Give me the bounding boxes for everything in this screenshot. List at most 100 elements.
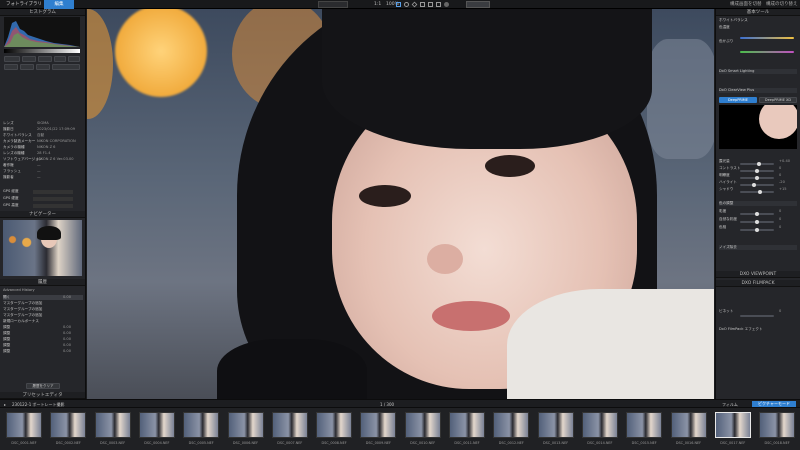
bokeh-light bbox=[87, 9, 113, 119]
thumbnail-label: DSC_0018.NEF bbox=[764, 441, 790, 445]
aperture-badge bbox=[22, 56, 36, 62]
history-item[interactable]: マスターグループの追加 bbox=[3, 313, 83, 318]
clearview-section[interactable]: DxO ClearView Plus bbox=[719, 88, 797, 93]
tab-photo-library[interactable]: フォトライブラリ bbox=[2, 0, 46, 9]
filmstrip-thumbnail[interactable] bbox=[581, 412, 618, 438]
wb-tint-row: 色かぶり bbox=[719, 39, 734, 43]
thumbnail-label: DSC_0009.NEF bbox=[365, 441, 391, 445]
histogram bbox=[4, 17, 80, 47]
folder-icon[interactable]: ▸ bbox=[4, 402, 6, 407]
filmstrip-thumbnail[interactable] bbox=[6, 412, 42, 438]
noise-section[interactable]: ノイズ除去 bbox=[719, 245, 797, 250]
basic-sliders: 露光量 +0.40 コントラスト 0 明瞭度 0 ハイライト -20 シャドウ +15 bbox=[716, 159, 800, 199]
navigator-preview[interactable] bbox=[3, 220, 82, 276]
exif-summary bbox=[4, 56, 80, 78]
slider-knob[interactable] bbox=[755, 228, 759, 232]
history-item[interactable]: マスターグループの追加 bbox=[3, 301, 83, 306]
filmstrip-thumbnail[interactable] bbox=[714, 412, 751, 438]
history-item[interactable]: 調整 0.00 bbox=[3, 325, 83, 330]
histogram-scale bbox=[4, 49, 80, 53]
deepprime-option[interactable]: DeepPRIME bbox=[719, 97, 757, 103]
history-item[interactable]: 調整 0.00 bbox=[3, 337, 83, 342]
gps-row: GPS 経度 bbox=[3, 189, 83, 194]
tab-edit[interactable]: 編集 bbox=[44, 0, 74, 9]
vibrance-slider[interactable] bbox=[740, 220, 774, 224]
workspace-switch-2[interactable]: 構成の切り替え bbox=[762, 0, 800, 9]
hue-slider[interactable] bbox=[740, 228, 774, 232]
contrast-slider[interactable] bbox=[740, 169, 774, 173]
saturation-slider[interactable] bbox=[740, 212, 774, 216]
clear-history-button[interactable]: 履歴をクリア bbox=[26, 383, 60, 389]
preset-editor-footer[interactable]: プリセットエディタ bbox=[0, 392, 85, 399]
horizon-tool-icon[interactable] bbox=[420, 2, 425, 7]
color-sliders: 彩度 0 自然な彩度 0 色相 0 bbox=[716, 209, 800, 239]
slider-knob[interactable] bbox=[758, 190, 763, 194]
slider-knob[interactable] bbox=[755, 212, 759, 216]
info-row: レンズ SIGMA bbox=[3, 121, 49, 125]
filmstrip-thumbnail[interactable] bbox=[227, 412, 264, 438]
loupe-preview[interactable] bbox=[719, 105, 797, 149]
filmstrip-thumbnail[interactable] bbox=[493, 412, 530, 438]
history-item[interactable]: 新規ローカルボーナス bbox=[3, 319, 83, 324]
filmstrip-thumbnail[interactable] bbox=[50, 412, 87, 438]
image-count: 1 / 300 bbox=[380, 402, 395, 407]
wb-section-title[interactable]: ホワイトバランス bbox=[719, 18, 797, 23]
vignette-slider[interactable] bbox=[740, 315, 774, 317]
wb-tint-slider[interactable] bbox=[740, 51, 794, 53]
filmstrip-thumbnail[interactable] bbox=[271, 412, 308, 438]
filmstrip-thumbnail[interactable] bbox=[94, 412, 131, 438]
info-row: フラッシュ — bbox=[3, 169, 41, 173]
filmstrip-thumbnail[interactable] bbox=[670, 412, 707, 438]
tools-header[interactable]: 基本ツール bbox=[716, 9, 800, 16]
filmstrip-option[interactable]: フィルム bbox=[722, 402, 738, 407]
smart-lighting-section[interactable]: DxO Smart Lighting bbox=[719, 69, 797, 74]
history-item[interactable]: 開く 0.00 bbox=[3, 295, 83, 300]
perspective-tool-icon[interactable] bbox=[428, 2, 433, 7]
viewpoint-header[interactable]: DXO VIEWPOINT bbox=[716, 271, 800, 278]
hair-bottom bbox=[217, 339, 367, 399]
filmstrip-thumbnail[interactable] bbox=[138, 412, 175, 438]
repair-tool-icon[interactable] bbox=[404, 2, 409, 7]
compare-button[interactable] bbox=[466, 1, 490, 8]
zoom-fit-button[interactable] bbox=[318, 1, 348, 8]
filmstrip-thumbnail[interactable] bbox=[183, 412, 220, 438]
gps-row: GPS 高度 bbox=[3, 203, 83, 208]
filmstrip-thumbnail[interactable] bbox=[404, 412, 441, 438]
history-header[interactable]: 履歴 bbox=[0, 279, 85, 286]
filmstrip-thumbnail[interactable] bbox=[360, 412, 397, 438]
exposure-slider[interactable] bbox=[740, 162, 774, 166]
before-after-icon[interactable] bbox=[444, 2, 449, 7]
deepprime-xd-option[interactable]: DeepPRIME XD bbox=[759, 97, 797, 103]
picture-mode-button[interactable]: ピクチャーモード bbox=[752, 401, 796, 407]
white-balance-picker-icon[interactable] bbox=[436, 2, 441, 7]
histogram-header[interactable]: ヒストグラム bbox=[0, 9, 85, 16]
image-viewer[interactable] bbox=[87, 9, 714, 399]
filmstrip-path: 230122-1 ポートレート撮影 bbox=[12, 402, 65, 407]
color-section[interactable]: 色の調整 bbox=[719, 201, 797, 206]
local-adjust-icon[interactable] bbox=[411, 1, 418, 8]
clarity-slider[interactable] bbox=[740, 176, 774, 180]
shadows-slider[interactable] bbox=[740, 190, 774, 194]
filmstrip-thumbnail[interactable] bbox=[316, 412, 353, 438]
focus-mode-badge bbox=[52, 64, 80, 70]
navigator-hair bbox=[37, 226, 61, 240]
filmpack-header[interactable]: DXO FILMPACK bbox=[716, 280, 800, 287]
filmstrip-thumbnail[interactable] bbox=[626, 412, 663, 438]
history-item[interactable]: 調整 0.00 bbox=[3, 349, 83, 354]
highlights-slider[interactable] bbox=[740, 183, 774, 187]
filmstrip-thumbnail[interactable] bbox=[537, 412, 574, 438]
thumbnail-label: DSC_0017.NEF bbox=[720, 441, 746, 445]
slider-knob[interactable] bbox=[755, 220, 759, 224]
history-item[interactable]: 調整 0.00 bbox=[3, 343, 83, 348]
filmpack-effect-item[interactable]: DxO FilmPack エフェクト bbox=[719, 327, 797, 332]
history-item[interactable]: マスターグループの追加 bbox=[3, 307, 83, 312]
thumbnail-label: DSC_0005.NEF bbox=[188, 441, 214, 445]
thumbnail-label: DSC_0016.NEF bbox=[675, 441, 702, 445]
filmstrip-thumbnail[interactable] bbox=[759, 412, 796, 438]
filmstrip-thumbnail[interactable] bbox=[449, 412, 485, 438]
history-item[interactable]: 調整 0.00 bbox=[3, 331, 83, 336]
workspace-switch-1[interactable]: 構成画面を切替 bbox=[726, 0, 766, 9]
thumbnail-label: DSC_0010.NEF bbox=[410, 441, 436, 445]
navigator-header[interactable]: ナビゲーター bbox=[0, 211, 85, 218]
crop-tool-icon[interactable] bbox=[396, 2, 401, 7]
